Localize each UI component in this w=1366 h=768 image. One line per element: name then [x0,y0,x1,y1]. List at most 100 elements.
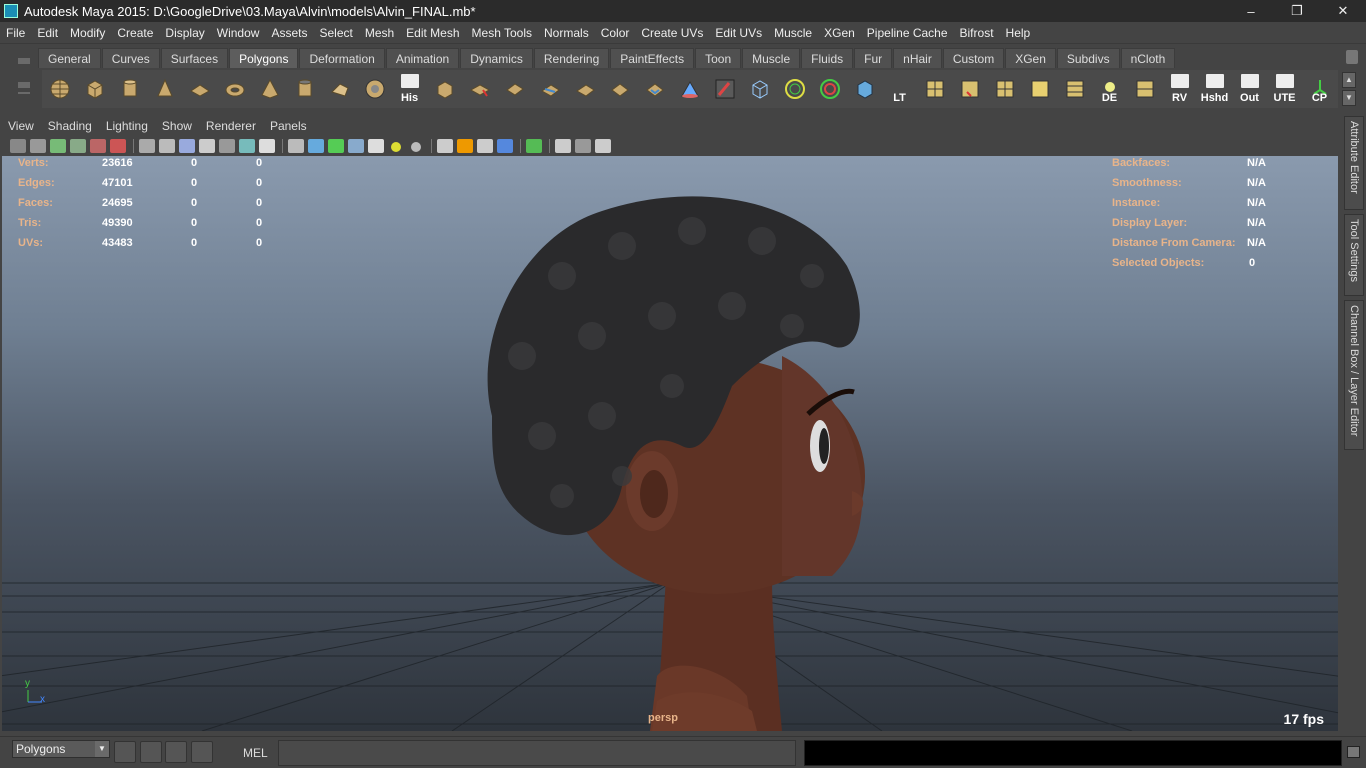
panel-menu-renderer[interactable]: Renderer [200,119,264,133]
panel-menu-shading[interactable]: Shading [42,119,100,133]
hshd-script-icon[interactable]: Hshd [1197,72,1232,106]
tab-painteffects[interactable]: PaintEffects [610,48,695,68]
shelf-collapse-handle[interactable] [12,48,36,108]
film-gate-icon[interactable] [110,139,126,153]
insert-edge-loop-icon[interactable] [567,72,602,106]
uv-layout-icon-6[interactable] [1127,72,1162,106]
history-toggle-icon[interactable]: His [392,72,427,106]
tab-nhair[interactable]: nHair [893,48,942,68]
command-input[interactable] [278,740,796,766]
uv-layout-icon-4[interactable] [1022,72,1057,106]
bookmarks-icon[interactable] [50,139,66,153]
shaded-wireframe-icon[interactable] [179,139,195,153]
camera-attributes-icon[interactable] [30,139,46,153]
tab-deformation[interactable]: Deformation [299,48,385,68]
grease-pencil-icon[interactable] [90,139,106,153]
select-highlight-icon[interactable] [526,139,542,153]
menu-display[interactable]: Display [159,22,210,44]
select-camera-icon[interactable] [10,139,26,153]
tab-muscle[interactable]: Muscle [742,48,801,68]
tab-fluids[interactable]: Fluids [801,48,854,68]
texture-icon[interactable] [259,139,275,153]
poly-cylinder-icon[interactable] [112,72,147,106]
uv-layout-icon-2[interactable] [952,72,987,106]
tab-ncloth[interactable]: nCloth [1120,48,1176,68]
tab-rendering[interactable]: Rendering [533,48,610,68]
offset-edge-loop-icon[interactable] [602,72,637,106]
share-icon[interactable] [595,139,611,153]
light-bulb-icon[interactable] [391,142,401,152]
menu-create-uvs[interactable]: Create UVs [635,22,709,44]
panel-menu-show[interactable]: Show [156,119,200,133]
menu-window[interactable]: Window [211,22,266,44]
menu-create[interactable]: Create [111,22,159,44]
combine-icon[interactable] [357,72,392,106]
tab-attribute-editor[interactable]: Attribute Editor [1344,116,1364,210]
menu-pipeline-cache[interactable]: Pipeline Cache [861,22,954,44]
xray-active-icon[interactable] [348,139,364,153]
tab-animation[interactable]: Animation [385,48,460,68]
xray-joints-icon[interactable] [328,139,344,153]
wireframe-cube-icon[interactable] [742,72,777,106]
trash-icon[interactable] [1346,50,1358,64]
use-lights-icon[interactable] [219,139,235,153]
tab-curves[interactable]: Curves [101,48,160,68]
extrude-icon[interactable] [427,72,462,106]
menu-normals[interactable]: Normals [538,22,595,44]
cp-script-icon[interactable]: CP [1302,72,1337,106]
tab-toon[interactable]: Toon [695,48,742,68]
tab-surfaces[interactable]: Surfaces [160,48,229,68]
shelf-scroll-down-icon[interactable]: ▼ [1342,90,1356,106]
de-light-icon[interactable]: DE [1092,72,1127,106]
ute-script-icon[interactable]: UTE [1267,72,1302,106]
menu-edit-uvs[interactable]: Edit UVs [709,22,768,44]
snap-icon[interactable] [114,741,136,763]
layout-icon[interactable] [191,741,213,763]
mel-label[interactable]: MEL [243,746,268,760]
panel-menu-lighting[interactable]: Lighting [100,119,156,133]
checker-icon[interactable] [368,139,384,153]
menu-xgen[interactable]: XGen [818,22,861,44]
rotate-manipulator-icon[interactable] [812,72,847,106]
poly-sphere-icon[interactable] [42,72,77,106]
menu-assets[interactable]: Assets [265,22,313,44]
script-editor-button-icon[interactable] [1347,746,1360,758]
shadows-icon[interactable] [239,139,255,153]
out-script-icon[interactable]: Out [1232,72,1267,106]
script-editor-icon[interactable] [140,741,162,763]
menu-select[interactable]: Select [313,22,358,44]
tab-dynamics[interactable]: Dynamics [460,48,533,68]
menu-edit[interactable]: Edit [31,22,64,44]
tab-tool-settings[interactable]: Tool Settings [1344,214,1364,296]
anti-aliasing-icon[interactable] [457,139,473,153]
tab-custom[interactable]: Custom [942,48,1005,68]
depth-of-field-icon[interactable] [477,139,493,153]
tab-subdivs[interactable]: Subdivs [1056,48,1120,68]
menu-mesh-tools[interactable]: Mesh Tools [466,22,538,44]
textured-icon[interactable] [199,139,215,153]
uv-layout-icon-5[interactable] [1057,72,1092,106]
shelf-scroll-up-icon[interactable]: ▲ [1342,72,1356,88]
motion-blur-icon[interactable] [437,139,453,153]
menu-modify[interactable]: Modify [64,22,111,44]
menu-bifrost[interactable]: Bifrost [954,22,1000,44]
menu-edit-mesh[interactable]: Edit Mesh [400,22,465,44]
tab-xgen[interactable]: XGen [1005,48,1056,68]
panel-menu-view[interactable]: View [2,119,42,133]
poly-cone-icon[interactable] [147,72,182,106]
restore-button[interactable]: ❐ [1274,0,1320,22]
poly-cube-icon[interactable] [77,72,112,106]
transfer-attributes-icon[interactable] [847,72,882,106]
menu-muscle[interactable]: Muscle [768,22,818,44]
menu-file[interactable]: File [0,22,31,44]
menu-set-select[interactable]: Polygons ▼ [12,740,110,758]
xray-icon[interactable] [308,139,324,153]
poly-torus-icon[interactable] [217,72,252,106]
3d-viewport[interactable]: Verts: 23616 0 0 Edges: 47101 0 0 Faces:… [2,156,1338,731]
create-polygon-tool-icon[interactable] [322,72,357,106]
smooth-shade-icon[interactable] [159,139,175,153]
split-polygon-icon[interactable] [532,72,567,106]
menu-mesh[interactable]: Mesh [359,22,400,44]
tab-polygons[interactable]: Polygons [229,48,299,68]
isolate-select-icon[interactable] [288,139,304,153]
